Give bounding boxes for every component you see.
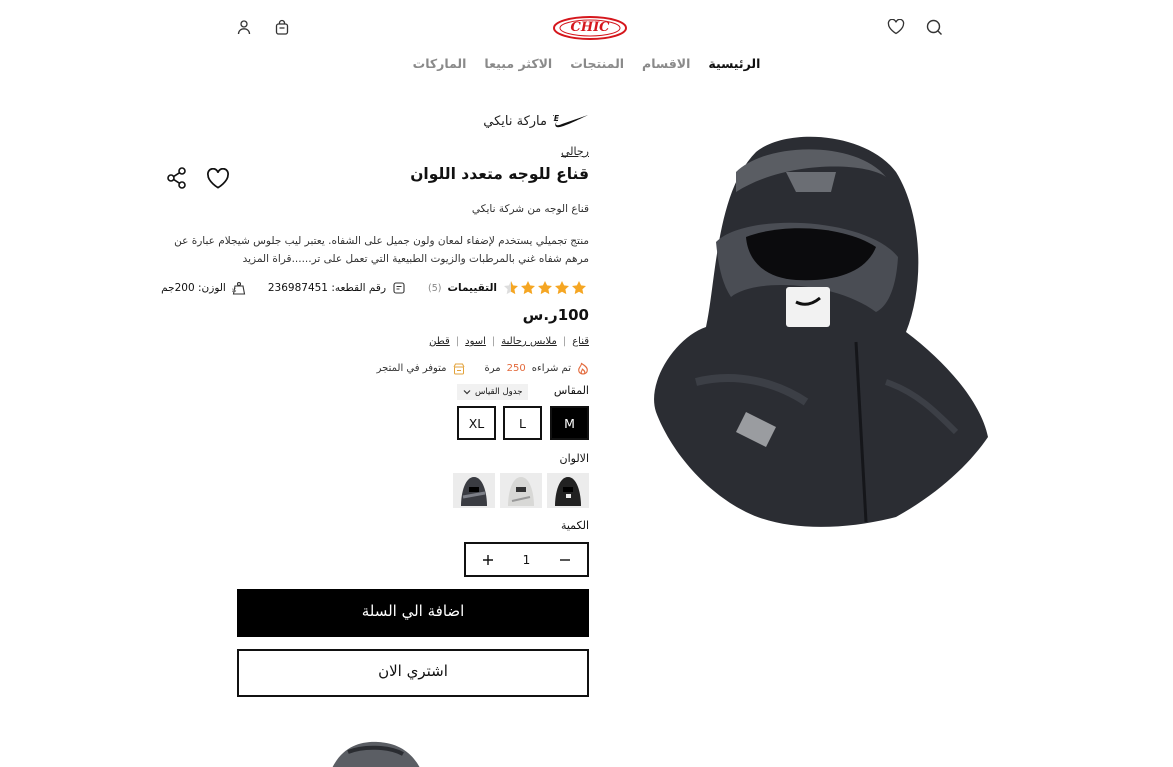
purchased-prefix: تم شراءه [531, 363, 571, 374]
quantity-value[interactable]: 1 [523, 553, 531, 567]
product-description: منتج تجميلي يستخدم لإضفاء لمعان ولون جمي… [174, 235, 589, 265]
nav-item-home[interactable]: الرئيسية [708, 56, 760, 71]
piece-number: رقم القطعه: 236987451 [267, 282, 387, 294]
tags-row: قناع | ملابس رجالية | اسود | قطن [429, 336, 589, 347]
minus-icon[interactable] [555, 550, 575, 570]
size-option-l[interactable]: L [503, 406, 542, 440]
nike-logo-icon: NIKE [553, 114, 588, 128]
add-to-cart-button[interactable]: اضافة الي السلة [237, 589, 589, 637]
svg-text:KG: KG [232, 288, 236, 293]
buy-now-button[interactable]: اشتري الان [237, 649, 589, 697]
color-swatch-white[interactable] [500, 473, 542, 508]
nav-item-best-sellers[interactable]: الاكثر مبيعا [484, 56, 552, 71]
tag-icon [393, 282, 405, 294]
product-image[interactable] [636, 132, 992, 536]
tag-link[interactable]: ملابس رجالية [501, 336, 557, 347]
related-product-image[interactable] [318, 738, 428, 767]
nav-item-categories[interactable]: الاقسام [642, 56, 690, 71]
weight-label: الوزن: 200جم [161, 282, 226, 294]
fire-icon [578, 362, 588, 375]
product-title: قناع للوجه متعدد اللوان [410, 165, 589, 183]
size-guide-label: جدول القياس [475, 387, 523, 397]
tag-link[interactable]: اسود [465, 336, 486, 347]
colors-label: الالوان [559, 452, 590, 465]
tag-link[interactable]: قطن [429, 336, 450, 347]
rating-stars [503, 280, 589, 296]
size-option-m[interactable]: M [550, 406, 589, 440]
size-label: المقاس [553, 384, 589, 397]
chevron-down-icon [463, 390, 471, 395]
purchased-suffix: مرة [484, 363, 501, 374]
search-icon[interactable] [923, 16, 945, 38]
product-subtitle: قناع الوجه من شركة نايكي [471, 203, 589, 215]
brand-label: ماركة نايكي [483, 113, 547, 129]
tag-link[interactable]: قناع [572, 336, 589, 347]
price: 100ر.س [522, 306, 589, 324]
bag-icon[interactable] [271, 16, 293, 38]
quantity-stepper: 1 [464, 542, 589, 577]
user-icon[interactable] [233, 16, 255, 38]
color-swatch-black[interactable] [547, 473, 589, 508]
stock-row: تم شراءه 250 مرة متوفر في المتجر [377, 362, 589, 375]
heart-icon[interactable] [885, 16, 907, 38]
plus-icon[interactable] [478, 550, 498, 570]
quantity-label: الكمية [560, 519, 589, 532]
weight-icon: KG [232, 281, 246, 295]
nav-item-brands[interactable]: الماركات [413, 56, 467, 71]
store-icon [453, 363, 464, 374]
svg-text:NIKE: NIKE [553, 114, 560, 123]
ratings-label: التقييمات [447, 282, 498, 294]
nav-item-products[interactable]: المنتجات [570, 56, 624, 71]
size-guide-button[interactable]: جدول القياس [457, 384, 529, 400]
ratings-count[interactable]: (5) [428, 283, 441, 294]
wishlist-heart-icon[interactable] [205, 166, 231, 192]
size-option-xl[interactable]: XL [457, 406, 496, 440]
share-icon[interactable] [164, 165, 190, 191]
logo-text: CHIC [570, 20, 610, 35]
meta-row: التقييمات (5) رقم القطعه: 236987451 KG ا… [161, 280, 589, 296]
color-swatch-grey[interactable] [453, 473, 495, 508]
chic-logo[interactable]: CHIC [552, 14, 628, 42]
stock-status: متوفر في المتجر [376, 363, 447, 374]
brand-row[interactable]: NIKE ماركة نايكي [483, 112, 589, 130]
main-nav: الرئيسية الاقسام المنتجات الاكثر مبيعا ا… [0, 56, 1173, 71]
category-link[interactable]: رجالي [561, 145, 589, 158]
purchased-count: 250 [506, 363, 526, 374]
